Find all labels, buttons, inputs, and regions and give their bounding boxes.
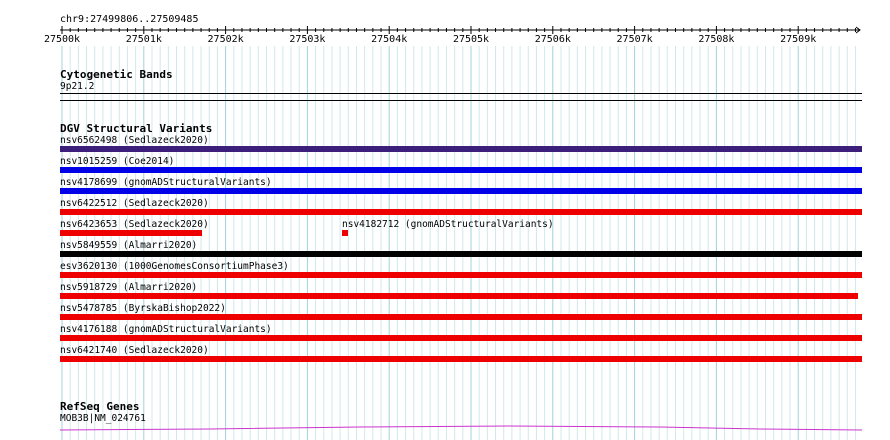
variant-bar[interactable] xyxy=(60,335,862,341)
variant-bar[interactable] xyxy=(60,251,862,257)
variant-label[interactable]: nsv4176188 (gnomADStructuralVariants) xyxy=(60,324,272,335)
cytoband-label[interactable]: 9p21.2 xyxy=(60,81,94,92)
variant-bar[interactable] xyxy=(60,188,862,194)
ruler-tick-label: 27502k xyxy=(207,34,244,45)
ruler-tick-label: 27505k xyxy=(452,34,490,45)
variant-label[interactable]: nsv5849559 (Almarri2020) xyxy=(60,240,197,251)
variant-bar[interactable] xyxy=(60,209,862,215)
ruler-tick-label: 27504k xyxy=(371,34,408,45)
variant-label[interactable]: nsv4182712 (gnomADStructuralVariants) xyxy=(342,219,554,230)
refseq-track-title: RefSeq Genes xyxy=(60,400,140,413)
ruler-tick-label: 27503k xyxy=(289,34,326,45)
ruler-tick-label: 27506k xyxy=(534,34,571,45)
variant-label[interactable]: esv3620130 (1000GenomesConsortiumPhase3) xyxy=(60,261,289,272)
variant-label[interactable]: nsv6562498 (Sedlazeck2020) xyxy=(60,135,209,146)
variant-label[interactable]: nsv5918729 (Almarri2020) xyxy=(60,282,197,293)
variant-bar[interactable] xyxy=(60,293,858,299)
variant-bar[interactable] xyxy=(60,146,862,152)
variant-bar[interactable] xyxy=(60,314,862,320)
dgv-track-title: DGV Structural Variants xyxy=(60,122,213,135)
variant-label[interactable]: nsv4178699 (gnomADStructuralVariants) xyxy=(60,177,272,188)
ruler-tick-label: 27509k xyxy=(780,34,817,45)
variant-label[interactable]: nsv5478785 (ByrskaBishop2022) xyxy=(60,303,226,314)
variant-label[interactable]: nsv6421740 (Sedlazeck2020) xyxy=(60,345,209,356)
ruler-tick-label: 27500k xyxy=(43,34,81,45)
gene-model[interactable] xyxy=(60,423,862,433)
ruler-tick-label: 27507k xyxy=(616,34,653,45)
variant-bar[interactable] xyxy=(60,167,862,173)
variant-bar[interactable] xyxy=(342,230,348,236)
cytoband-bar[interactable] xyxy=(60,93,862,94)
cytoband-track-title: Cytogenetic Bands xyxy=(60,68,173,81)
ruler-tick-label: 27508k xyxy=(698,34,735,45)
ruler-tick-label: 27501k xyxy=(125,34,162,45)
variant-label[interactable]: nsv6423653 (Sedlazeck2020) xyxy=(60,219,209,230)
variant-label[interactable]: nsv1015259 (Coe2014) xyxy=(60,156,174,167)
variant-bar[interactable] xyxy=(60,230,202,236)
track-divider xyxy=(60,100,862,101)
variant-bar[interactable] xyxy=(60,356,862,362)
variant-label[interactable]: nsv6422512 (Sedlazeck2020) xyxy=(60,198,209,209)
variant-bar[interactable] xyxy=(60,272,862,278)
